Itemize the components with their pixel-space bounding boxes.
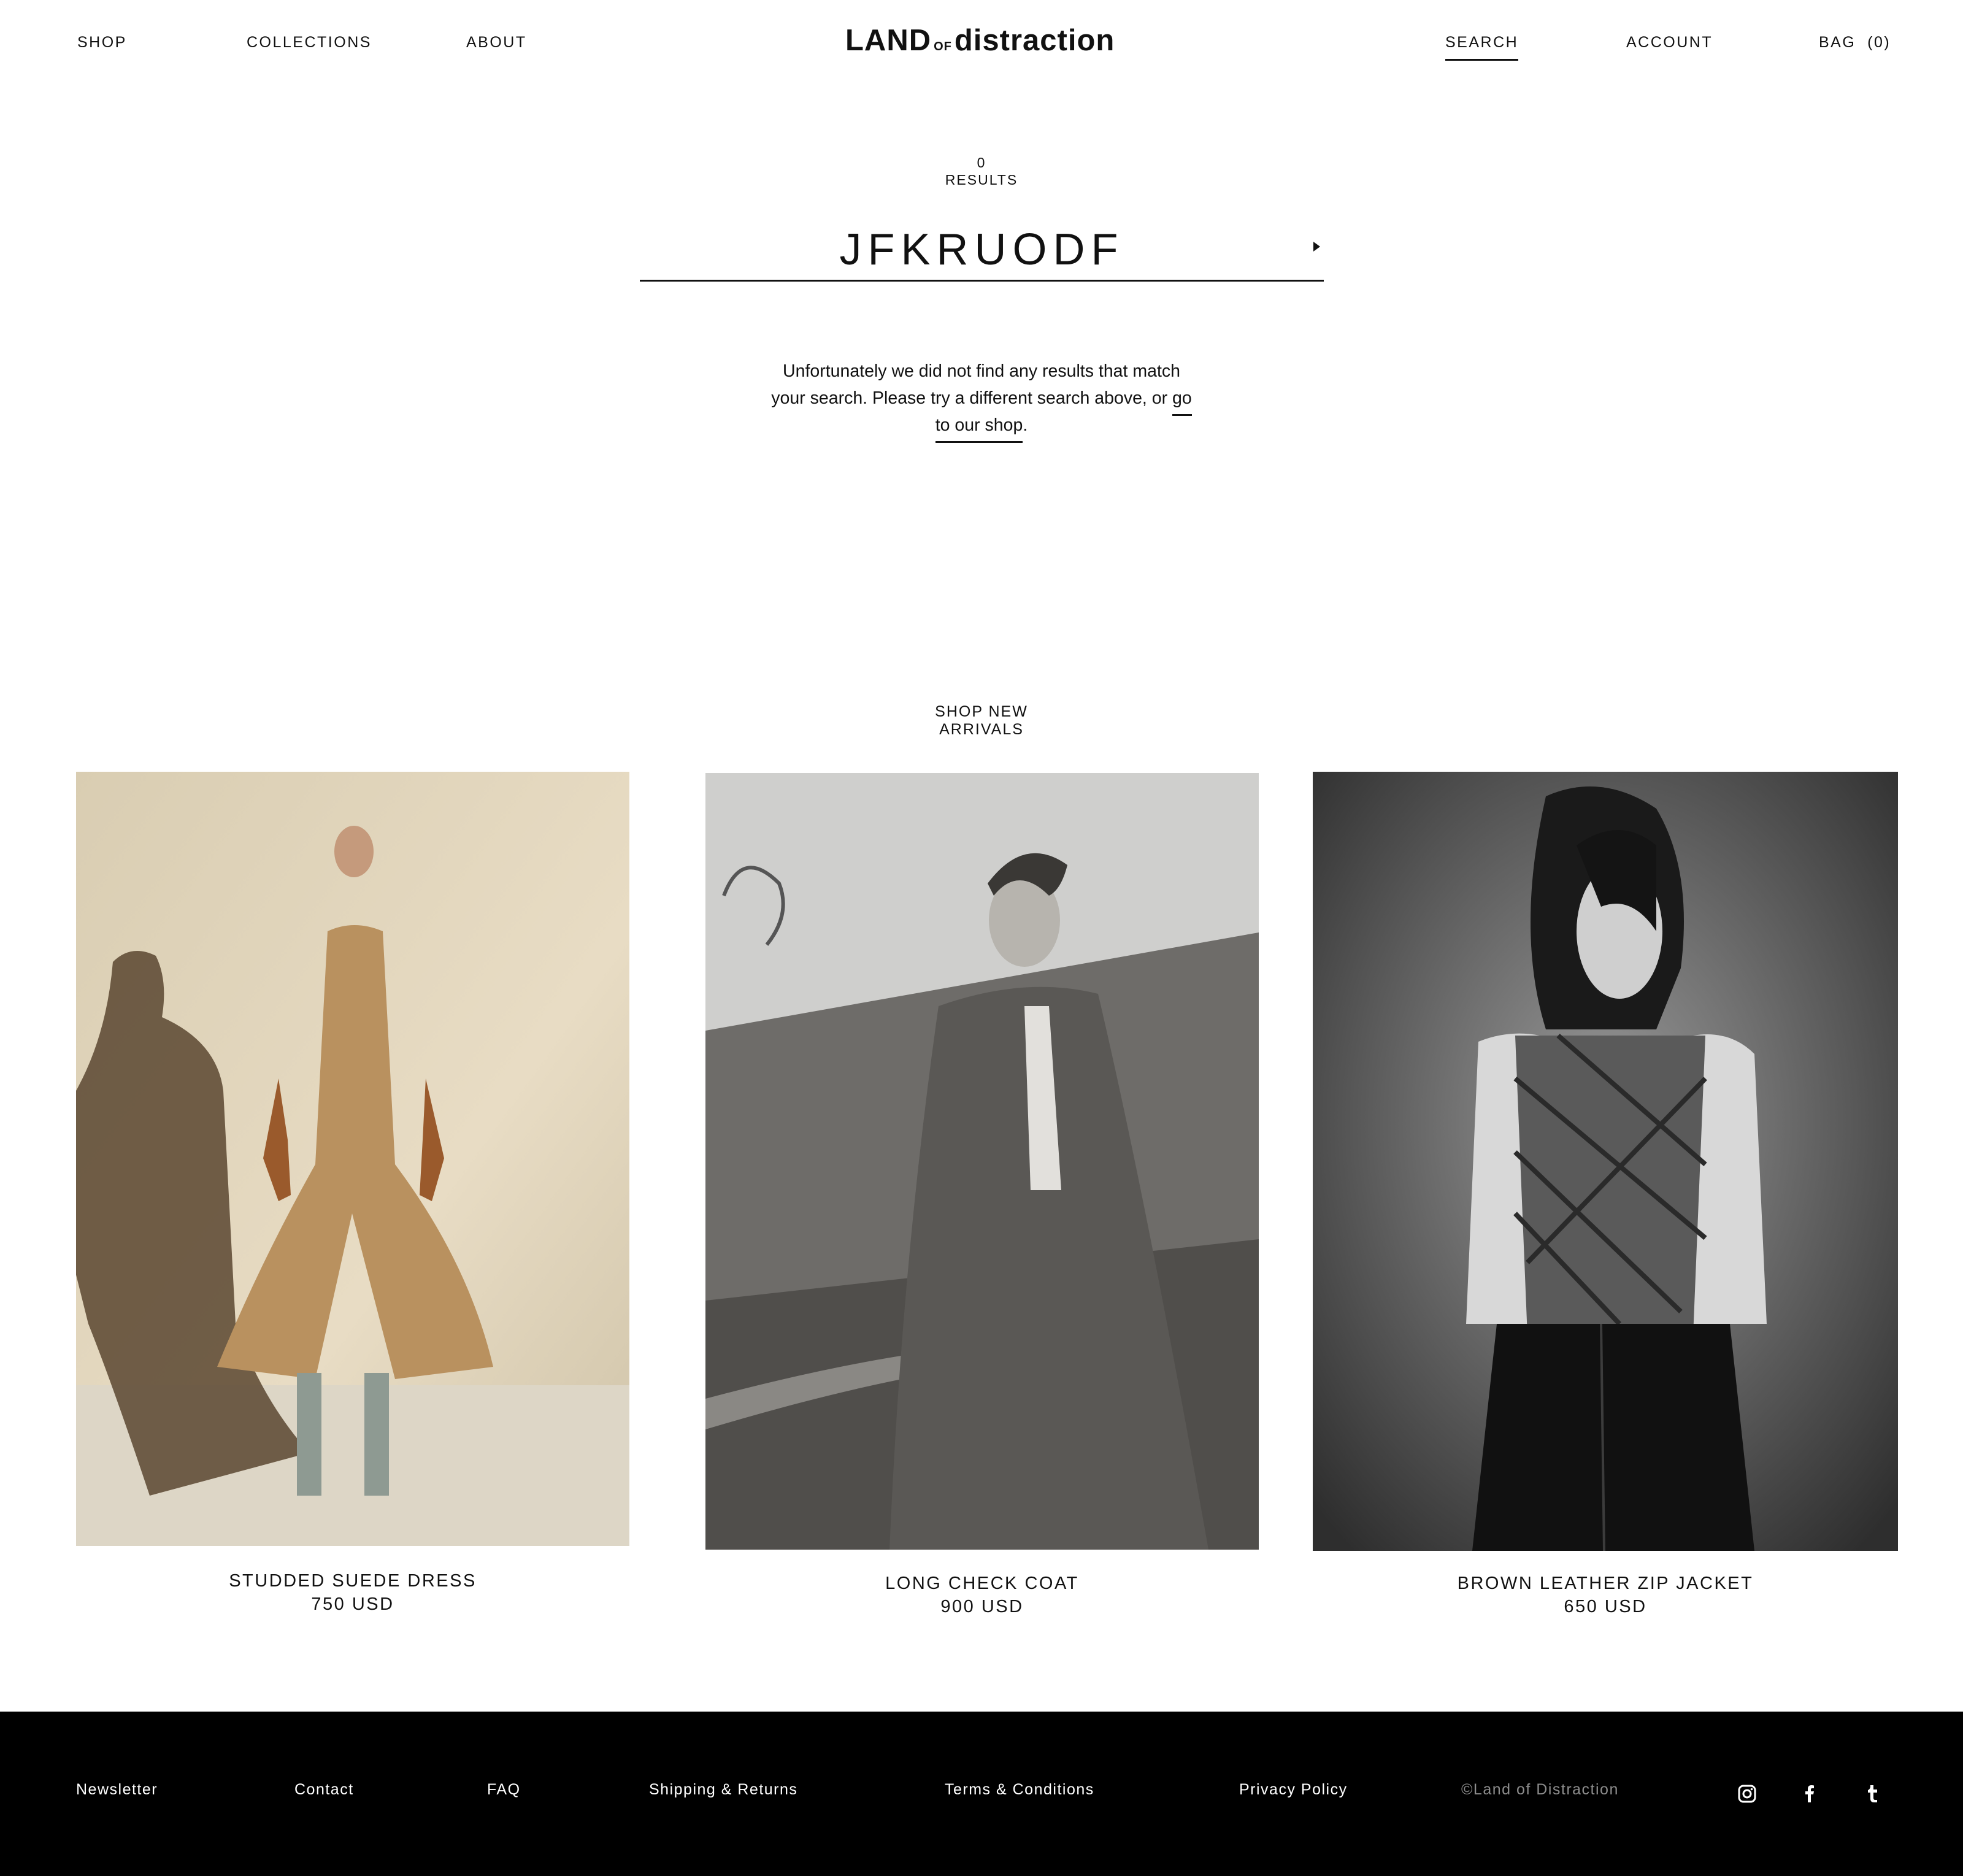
nav-search[interactable]: SEARCH [1445,33,1519,61]
nav-shop[interactable]: SHOP [77,33,127,52]
section-title-line1: SHOP NEW [935,703,1028,720]
search-submit-arrow-icon[interactable] [1313,242,1320,252]
facebook-icon[interactable] [1799,1783,1821,1805]
product-price: 650 USD [1564,1597,1647,1617]
no-results-message: Unfortunately we did not find any result… [767,358,1196,443]
product-name: STUDDED SUEDE DRESS [229,1571,477,1591]
site-logo[interactable]: LAND OFdistraction [845,22,1118,59]
product-image-studded-suede-dress[interactable] [76,772,629,1546]
search-field[interactable]: JFKRUODF [640,216,1324,282]
nav-account[interactable]: ACCOUNT [1626,33,1713,52]
search-input[interactable]: JFKRUODF [640,222,1324,277]
nav-bag[interactable]: BAG (0) [1819,33,1891,52]
no-results-period: . [1023,415,1028,435]
footer-faq-link[interactable]: FAQ [487,1779,521,1800]
section-title-line2: ARRIVALS [939,721,1024,738]
footer-terms-link[interactable]: Terms & Conditions [945,1779,1094,1800]
instagram-icon[interactable] [1736,1783,1758,1805]
tumblr-icon[interactable] [1861,1783,1883,1805]
results-count: 0 RESULTS [859,154,1104,188]
footer-newsletter-link[interactable]: Newsletter [76,1779,158,1800]
product-card-1[interactable]: STUDDED SUEDE DRESS 750 USD [76,1569,629,1616]
results-number: 0 [977,155,986,171]
shop-new-arrivals-title[interactable]: SHOP NEW ARRIVALS [859,703,1104,739]
product-price: 750 USD [311,1594,394,1614]
footer-copyright: ©Land of Distraction [1461,1781,1619,1798]
footer-privacy-link[interactable]: Privacy Policy [1239,1779,1348,1800]
footer-shipping-returns-link[interactable]: Shipping & Returns [649,1779,797,1800]
nav-collections[interactable]: COLLECTIONS [247,33,372,52]
logo-of: OF [934,40,952,53]
product-name: BROWN LEATHER ZIP JACKET [1457,1574,1754,1593]
product-name: LONG CHECK COAT [885,1574,1079,1593]
logo-distraction: distraction [954,24,1115,57]
results-label: RESULTS [945,172,1018,188]
footer-contact-link[interactable]: Contact [294,1779,354,1800]
product-price: 900 USD [940,1597,1024,1617]
product-card-2[interactable]: LONG CHECK COAT 900 USD [705,1572,1259,1618]
product-image-brown-leather-zip-jacket[interactable] [1313,772,1898,1551]
product-card-3[interactable]: BROWN LEATHER ZIP JACKET 650 USD [1313,1572,1898,1618]
nav-about[interactable]: ABOUT [466,33,527,52]
logo-land: LAND [845,24,932,57]
product-image-long-check-coat[interactable] [705,773,1259,1550]
no-results-text: Unfortunately we did not find any result… [771,361,1180,408]
